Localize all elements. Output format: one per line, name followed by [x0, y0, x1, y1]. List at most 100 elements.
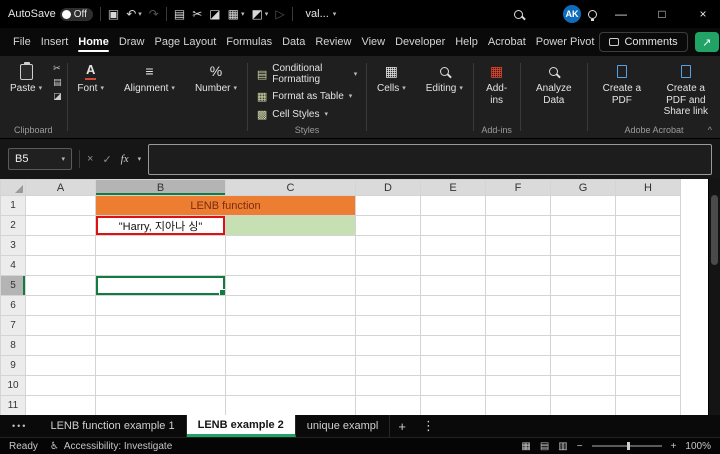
cell-A8[interactable]: [26, 336, 96, 356]
cell-B6[interactable]: [96, 296, 226, 316]
cell-H8[interactable]: [616, 336, 681, 356]
cell-A4[interactable]: [26, 256, 96, 276]
share-button[interactable]: ↗: [695, 32, 719, 52]
cell-B10[interactable]: [96, 376, 226, 396]
cell-G10[interactable]: [551, 376, 616, 396]
cell-B8[interactable]: [96, 336, 226, 356]
copy-icon[interactable]: ▤: [53, 77, 62, 88]
cell-A7[interactable]: [26, 316, 96, 336]
cell-D10[interactable]: [356, 376, 421, 396]
cell-C4[interactable]: [226, 256, 356, 276]
cell-styles-button[interactable]: ▩ Cell Styles ▾: [253, 106, 332, 123]
sheet-tab-lenb-example-2[interactable]: LENB example 2: [187, 415, 296, 437]
save-icon[interactable]: ▣: [108, 8, 119, 20]
cell-B4[interactable]: [96, 256, 226, 276]
row-header-3[interactable]: 3: [1, 236, 26, 256]
page-layout-view-icon[interactable]: ▤: [540, 441, 549, 452]
cell-D4[interactable]: [356, 256, 421, 276]
cell-E5[interactable]: [421, 276, 486, 296]
menu-tab-developer[interactable]: Developer: [390, 30, 450, 54]
paste-button[interactable]: Paste▾: [5, 61, 47, 97]
cell-B1[interactable]: LENB function: [96, 196, 356, 216]
cell-F4[interactable]: [486, 256, 551, 276]
insert-function-button[interactable]: fx: [121, 153, 129, 165]
undo-button[interactable]: ↶▾: [126, 8, 142, 20]
cell-B11[interactable]: [96, 396, 226, 416]
cell-E9[interactable]: [421, 356, 486, 376]
sheet-nav-dots[interactable]: •••: [0, 415, 39, 437]
cell-A10[interactable]: [26, 376, 96, 396]
analyze-data-button[interactable]: Analyze Data: [525, 61, 582, 108]
cell-F8[interactable]: [486, 336, 551, 356]
format-painter-icon[interactable]: ◪: [209, 8, 220, 20]
cell-G7[interactable]: [551, 316, 616, 336]
row-header-1[interactable]: 1: [1, 196, 26, 216]
cell-H9[interactable]: [616, 356, 681, 376]
row-header-8[interactable]: 8: [1, 336, 26, 356]
menu-tab-file[interactable]: File: [8, 30, 36, 54]
cell-H6[interactable]: [616, 296, 681, 316]
row-header-9[interactable]: 9: [1, 356, 26, 376]
addins-button[interactable]: ▦ Add-ins: [479, 61, 515, 108]
cell-G9[interactable]: [551, 356, 616, 376]
number-menu-button[interactable]: % Number▾: [190, 61, 242, 97]
cell-E1[interactable]: [421, 196, 486, 216]
cell-D2[interactable]: [356, 216, 421, 236]
comments-button[interactable]: Comments: [599, 32, 687, 52]
avatar[interactable]: AK: [563, 5, 581, 23]
cell-F10[interactable]: [486, 376, 551, 396]
cell-H5[interactable]: [616, 276, 681, 296]
col-header-B[interactable]: B: [96, 180, 226, 196]
cell-F11[interactable]: [486, 396, 551, 416]
cut-icon[interactable]: ✂: [53, 63, 62, 74]
row-header-11[interactable]: 11: [1, 396, 26, 416]
cell-G11[interactable]: [551, 396, 616, 416]
sheet-tab-lenb-function-example-1[interactable]: LENB function example 1: [39, 415, 186, 437]
name-box[interactable]: B5 ▾: [8, 148, 72, 170]
menu-tab-insert[interactable]: Insert: [36, 30, 74, 54]
cell-C8[interactable]: [226, 336, 356, 356]
format-as-table-button[interactable]: ▦ Format as Table ▾: [253, 88, 356, 105]
select-all-button[interactable]: [1, 180, 26, 196]
cell-D1[interactable]: [356, 196, 421, 216]
cell-A9[interactable]: [26, 356, 96, 376]
cell-E6[interactable]: [421, 296, 486, 316]
copy-icon[interactable]: ▤: [174, 8, 185, 20]
menu-tab-formulas[interactable]: Formulas: [221, 30, 277, 54]
zoom-in-button[interactable]: +: [671, 441, 677, 452]
menu-tab-help[interactable]: Help: [450, 30, 483, 54]
alignment-menu-button[interactable]: ≡ Alignment▾: [119, 61, 180, 97]
cell-F5[interactable]: [486, 276, 551, 296]
new-sheet-button[interactable]: +: [390, 415, 414, 437]
vertical-scrollbar[interactable]: [708, 179, 720, 415]
cell-D5[interactable]: [356, 276, 421, 296]
fill-color-button[interactable]: ◩▾: [251, 8, 268, 20]
autosave-toggle[interactable]: AutoSave Off: [8, 8, 93, 21]
col-header-H[interactable]: H: [616, 180, 681, 196]
cell-H3[interactable]: [616, 236, 681, 256]
cell-C11[interactable]: [226, 396, 356, 416]
cell-C5[interactable]: [226, 276, 356, 296]
cell-F1[interactable]: [486, 196, 551, 216]
cell-G2[interactable]: [551, 216, 616, 236]
cell-C3[interactable]: [226, 236, 356, 256]
cell-D6[interactable]: [356, 296, 421, 316]
collapse-ribbon-button[interactable]: ^: [708, 125, 712, 135]
cell-E4[interactable]: [421, 256, 486, 276]
cell-C2[interactable]: [226, 216, 356, 236]
menu-tab-data[interactable]: Data: [277, 30, 310, 54]
cell-G3[interactable]: [551, 236, 616, 256]
zoom-slider[interactable]: [592, 445, 662, 447]
cell-E11[interactable]: [421, 396, 486, 416]
col-header-C[interactable]: C: [226, 180, 356, 196]
cell-F9[interactable]: [486, 356, 551, 376]
page-break-view-icon[interactable]: ▥: [558, 441, 567, 452]
sheet-menu-icon[interactable]: ⋮: [414, 415, 443, 437]
row-header-2[interactable]: 2: [1, 216, 26, 236]
format-painter-icon[interactable]: ◪: [53, 91, 62, 102]
enter-icon[interactable]: ✓: [102, 153, 111, 166]
cell-A3[interactable]: [26, 236, 96, 256]
cell-B9[interactable]: [96, 356, 226, 376]
row-header-4[interactable]: 4: [1, 256, 26, 276]
row-header-5[interactable]: 5: [1, 276, 26, 296]
